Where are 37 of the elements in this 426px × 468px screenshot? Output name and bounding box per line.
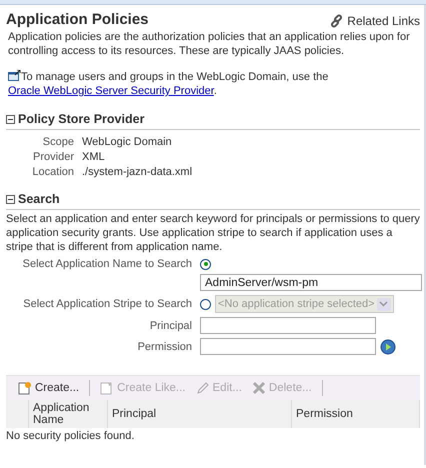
empty-table-message: No security policies found. bbox=[6, 429, 136, 442]
radio-button[interactable] bbox=[200, 258, 211, 270]
chain-link-icon bbox=[330, 14, 344, 28]
column-header[interactable]: Principal bbox=[108, 400, 292, 428]
column-header[interactable]: Application Name bbox=[28, 400, 108, 428]
copy-document-icon bbox=[100, 381, 114, 395]
toolbar-button[interactable]: Create... bbox=[18, 381, 80, 395]
caret-icon bbox=[379, 301, 388, 307]
related-links-link[interactable]: Related Links bbox=[330, 14, 420, 28]
field-label: Provider bbox=[32, 151, 74, 163]
search-description: Select an application and enter search keyword for principals or permissions to query application security grants. Use application stripe to search if application uses a stripe that is different from application name. bbox=[6, 212, 420, 254]
field-label: Permission bbox=[136, 340, 192, 352]
permission-field[interactable] bbox=[200, 338, 376, 355]
column-header[interactable]: Permission bbox=[292, 400, 420, 428]
field-label: Principal bbox=[148, 320, 192, 332]
field-value: WebLogic Domain bbox=[82, 136, 173, 148]
security-provider-link[interactable]: Oracle WebLogic Server Security Provider bbox=[8, 85, 214, 97]
search-go-icon[interactable] bbox=[380, 338, 396, 354]
external-window-icon bbox=[8, 70, 21, 81]
field-label: Select Application Name to Search bbox=[22, 258, 192, 270]
delete-icon bbox=[252, 381, 266, 395]
field-label: Location bbox=[31, 166, 74, 178]
new-document-icon bbox=[18, 381, 32, 395]
principal-field[interactable] bbox=[200, 317, 376, 334]
page-title: Application Policies bbox=[6, 11, 149, 28]
intro-text: Application policies are the authorization policies that an application relies upon for controlling access to its resources. These are typically JAAS policies. bbox=[8, 30, 411, 58]
application-name-field[interactable]: AdminServer/wsm-pm bbox=[200, 274, 422, 291]
section-title: Policy Store Provider bbox=[18, 112, 144, 126]
field-value: ./system-jazn-data.xml bbox=[82, 166, 194, 178]
field-label: Select Application Stripe to Search bbox=[22, 298, 192, 310]
field-label: Scope bbox=[42, 136, 74, 148]
field-value: XML bbox=[82, 151, 106, 163]
collapse-toggle-icon[interactable] bbox=[6, 194, 15, 204]
manage-note: To manage users and groups in the WebLogic Domain, use the Oracle WebLogic Server Security Provider. bbox=[8, 70, 330, 98]
section-title: Search bbox=[18, 192, 60, 206]
collapse-toggle-icon[interactable] bbox=[6, 114, 15, 124]
pencil-icon bbox=[196, 381, 210, 395]
